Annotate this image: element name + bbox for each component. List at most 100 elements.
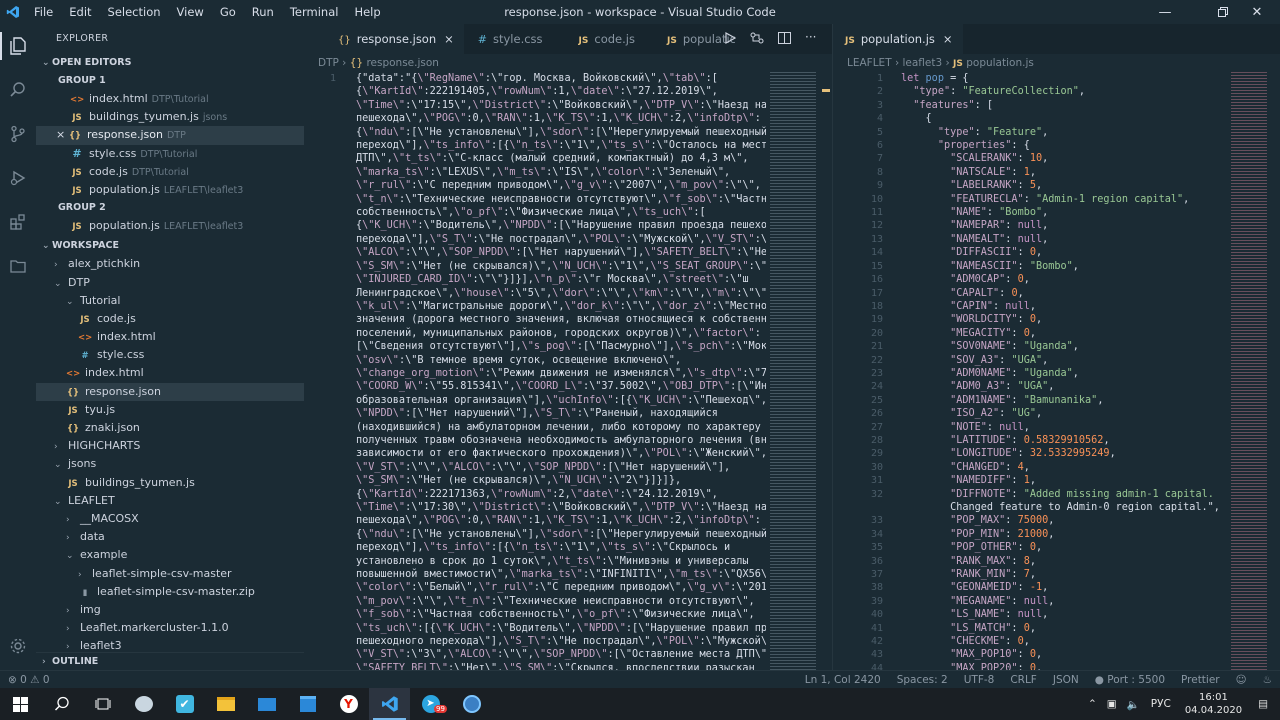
tree-item[interactable]: ⌄ example — [36, 546, 304, 564]
task-view-button[interactable] — [82, 688, 123, 720]
notifications-icon[interactable]: ♨ — [1255, 674, 1280, 686]
tree-item[interactable]: ⌄ Tutorial — [36, 292, 304, 310]
menu-help[interactable]: Help — [346, 0, 388, 24]
close-icon[interactable]: × — [943, 32, 953, 46]
tree-item[interactable]: ⌄ DTP — [36, 274, 304, 292]
open-editor-item[interactable]: <> index.html DTP\Tutorial — [36, 90, 304, 108]
open-editor-item[interactable]: JS population.js LEAFLET\leaflet3 — [36, 217, 304, 235]
taskbar-calendar[interactable] — [287, 688, 328, 720]
breadcrumb-item[interactable]: DTP — [318, 57, 339, 69]
tab-population-js[interactable]: JS population.js × — [833, 24, 963, 54]
chevron-right-icon: › — [54, 442, 58, 453]
encoding[interactable]: UTF-8 — [956, 674, 1003, 686]
breadcrumb-item[interactable]: LEAFLET — [847, 57, 892, 69]
activity-bar — [0, 24, 36, 670]
minimap[interactable] — [770, 72, 816, 670]
tree-item[interactable]: › img — [36, 601, 304, 619]
indentation[interactable]: Spaces: 2 — [889, 674, 956, 686]
breadcrumb-item[interactable]: leaflet3 — [902, 57, 942, 69]
run-icon[interactable] — [724, 32, 736, 44]
open-editor-item[interactable]: JS population.js LEAFLET\leaflet3 — [36, 181, 304, 199]
explorer-title: EXPLORER — [56, 33, 109, 44]
minimize-button[interactable]: — — [1142, 0, 1188, 24]
run-debug-activity[interactable] — [0, 156, 36, 200]
close-icon[interactable]: × — [56, 126, 68, 144]
close-icon[interactable]: × — [444, 32, 454, 46]
menu-file[interactable]: File — [26, 0, 61, 24]
cursor-position[interactable]: Ln 1, Col 2420 — [797, 674, 889, 686]
tree-item[interactable]: # style.css — [36, 346, 304, 364]
source-control-activity[interactable] — [0, 112, 36, 156]
search-activity[interactable] — [0, 68, 36, 112]
extensions-activity[interactable] — [0, 200, 36, 244]
tree-item[interactable]: ▮ leaflet-simple-csv-master.zip — [36, 583, 304, 601]
menu-go[interactable]: Go — [212, 0, 244, 24]
open-editors-section[interactable]: ⌄ OPEN EDITORS — [36, 54, 304, 72]
menu-edit[interactable]: Edit — [61, 0, 99, 24]
tree-item[interactable]: › HIGHCHARTS — [36, 437, 304, 455]
tab-population-js[interactable]: JS populatic — [645, 24, 735, 54]
tab-style-css[interactable]: # style.css — [464, 24, 553, 54]
tree-item[interactable]: › alex_ptichkin — [36, 255, 304, 273]
menu-view[interactable]: View — [169, 0, 212, 24]
tree-item[interactable]: › data — [36, 528, 304, 546]
more-actions-icon[interactable]: ··· — [805, 31, 816, 44]
breadcrumb-item[interactable]: response.json — [366, 57, 439, 69]
tree-item[interactable]: ⌄ LEAFLET — [36, 492, 304, 510]
taskbar-file-explorer[interactable] — [205, 688, 246, 720]
close-window-button[interactable]: ✕ — [1234, 0, 1280, 24]
input-language[interactable]: РУС — [1145, 698, 1177, 710]
settings-activity[interactable] — [0, 624, 36, 668]
prettier-status[interactable]: Prettier — [1173, 674, 1228, 686]
split-editor-icon[interactable] — [778, 32, 791, 44]
problems-indicator[interactable]: ⊗ 0 ⚠ 0 — [0, 674, 58, 686]
language-mode[interactable]: JSON — [1045, 674, 1087, 686]
open-editor-item[interactable]: # style.css DTP\Tutorial — [36, 145, 304, 163]
tab-response-json[interactable]: {} response.json × — [304, 24, 464, 54]
feedback-icon[interactable]: ☺ — [1228, 674, 1255, 686]
show-hidden-icons-icon[interactable]: ⌃ — [1083, 698, 1102, 710]
workspace-section[interactable]: ⌄ WORKSPACE — [36, 237, 304, 255]
menu-terminal[interactable]: Terminal — [282, 0, 347, 24]
network-icon[interactable]: ▣ — [1102, 698, 1122, 710]
code-area-json[interactable]: {"data":"{\"RegName\":\"гор. Москва, Вой… — [356, 72, 766, 675]
tree-item[interactable]: JS tyu.js — [36, 401, 304, 419]
minimap[interactable] — [1231, 72, 1267, 670]
taskbar-search-button[interactable] — [41, 688, 82, 720]
taskbar-telegram[interactable]: ➤ 99 — [410, 688, 451, 720]
live-server-port[interactable]: ● Port : 5500 — [1087, 674, 1173, 686]
outline-section[interactable]: › OUTLINE — [36, 652, 304, 670]
menu-run[interactable]: Run — [244, 0, 282, 24]
tree-item[interactable]: {} znaki.json — [36, 419, 304, 437]
breadcrumb-item[interactable]: population.js — [966, 57, 1034, 69]
tree-item[interactable]: › Leaflet.markercluster-1.1.0 — [36, 619, 304, 637]
remote-explorer-activity[interactable] — [0, 244, 36, 288]
tab-code-js[interactable]: JS code.js — [553, 24, 645, 54]
open-editor-item[interactable]: JS code.js DTP\Tutorial — [36, 163, 304, 181]
volume-icon[interactable]: 🔈 — [1122, 698, 1145, 711]
tree-item[interactable]: JS code.js — [36, 310, 304, 328]
code-area-js[interactable]: let pop = { "type": "FeatureCollection",… — [901, 72, 1231, 675]
clock[interactable]: 16:01 04.04.2020 — [1177, 691, 1250, 717]
windows-start-button[interactable] — [0, 688, 41, 720]
tree-item[interactable]: ⌄ jsons — [36, 455, 304, 473]
open-editor-item[interactable]: JS buildings_tyumen.js jsons — [36, 108, 304, 126]
action-center-icon[interactable]: ▤ — [1250, 698, 1280, 710]
open-changes-icon[interactable] — [750, 32, 764, 44]
menu-selection[interactable]: Selection — [100, 0, 169, 24]
end-of-line[interactable]: CRLF — [1002, 674, 1045, 686]
tree-item[interactable]: › __MACOSX — [36, 510, 304, 528]
taskbar-app-globe[interactable] — [451, 688, 492, 720]
taskbar-mail[interactable] — [246, 688, 287, 720]
tree-item[interactable]: {} response.json — [36, 382, 304, 401]
tree-item[interactable]: JS buildings_tyumen.js — [36, 474, 304, 492]
taskbar-app-paint[interactable] — [123, 688, 164, 720]
taskbar-yandex-browser[interactable]: Y — [328, 688, 369, 720]
tree-item[interactable]: <> index.html — [36, 364, 304, 382]
explorer-activity[interactable] — [0, 24, 36, 68]
open-editor-item-active[interactable]: ×{} response.json DTP — [36, 126, 304, 145]
taskbar-app-sync[interactable]: ✔ — [164, 688, 205, 720]
tree-item[interactable]: <> index.html — [36, 328, 304, 346]
tree-item[interactable]: › leaflet-simple-csv-master — [36, 565, 304, 583]
taskbar-vscode[interactable] — [369, 688, 410, 720]
